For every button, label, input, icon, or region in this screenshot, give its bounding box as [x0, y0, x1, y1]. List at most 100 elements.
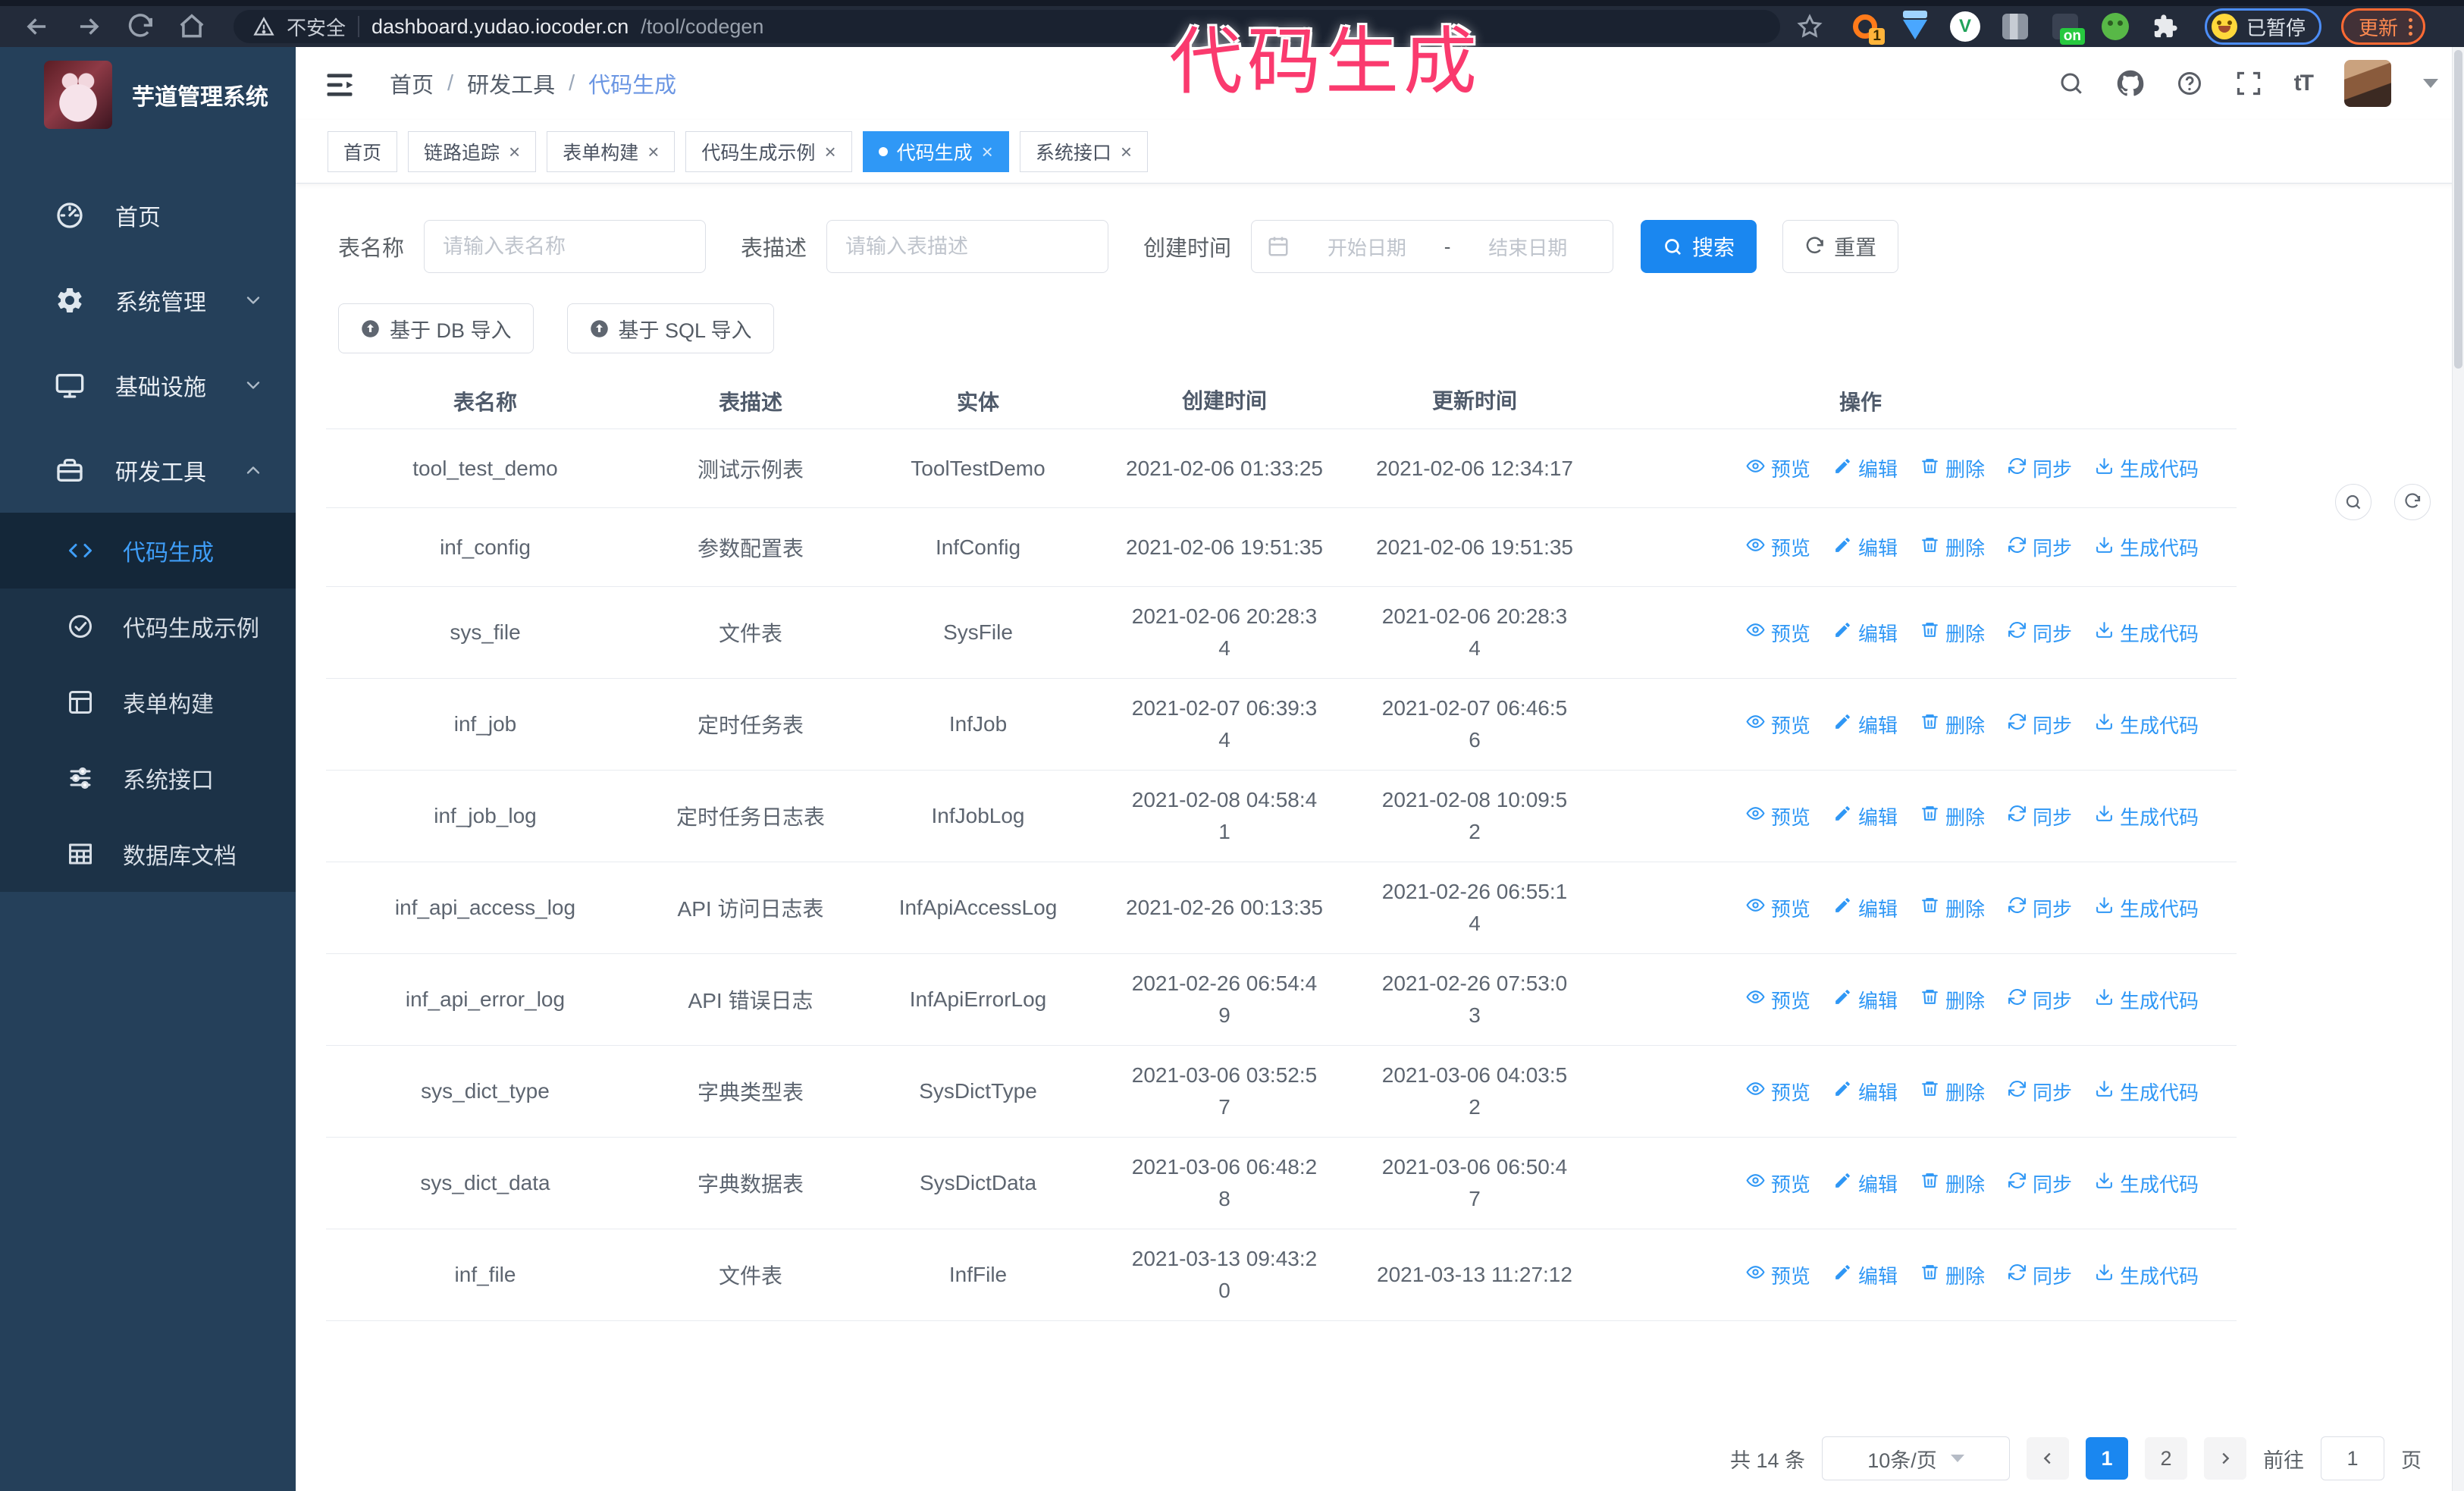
extension-robot-icon[interactable] — [2100, 11, 2130, 42]
tab-2[interactable]: 链路追踪 × — [408, 130, 537, 172]
submenu-item-code[interactable]: 代码生成 — [0, 513, 296, 589]
preview-link[interactable]: 预览 — [1746, 802, 1810, 830]
delete-link[interactable]: 删除 — [1920, 454, 1985, 482]
scrollbar-thumb[interactable] — [2454, 50, 2462, 369]
browser-update-button[interactable]: 更新 — [2341, 8, 2426, 45]
generate-code-link[interactable]: 生成代码 — [2095, 454, 2199, 482]
breadcrumb-item[interactable]: 研发工具 — [467, 67, 555, 99]
browser-reload-icon[interactable] — [126, 12, 155, 41]
header-search-icon[interactable] — [2058, 70, 2085, 97]
prev-page-button[interactable] — [2027, 1437, 2069, 1480]
sidebar-item-gear[interactable]: 系统管理 — [0, 258, 296, 343]
edit-link[interactable]: 编辑 — [1833, 1261, 1898, 1289]
delete-link[interactable]: 删除 — [1920, 802, 1985, 830]
tab-4[interactable]: 代码生成示例 × — [685, 130, 852, 172]
edit-link[interactable]: 编辑 — [1833, 802, 1898, 830]
date-range-picker[interactable]: 开始日期 - 结束日期 — [1251, 220, 1614, 273]
edit-link[interactable]: 编辑 — [1833, 711, 1898, 739]
sync-link[interactable]: 同步 — [2008, 711, 2072, 739]
tab-close-icon[interactable]: × — [509, 142, 520, 162]
extension-switch-icon[interactable]: on — [2050, 11, 2085, 45]
generate-code-link[interactable]: 生成代码 — [2095, 894, 2199, 922]
preview-link[interactable]: 预览 — [1746, 894, 1810, 922]
delete-link[interactable]: 删除 — [1920, 619, 1985, 647]
url-host[interactable]: dashboard.yudao.iocoder.cn — [371, 15, 629, 39]
edit-link[interactable]: 编辑 — [1833, 986, 1898, 1014]
date-start-placeholder[interactable]: 开始日期 — [1297, 233, 1437, 261]
edit-link[interactable]: 编辑 — [1833, 533, 1898, 561]
sidebar-item-monitor[interactable]: 基础设施 — [0, 343, 296, 428]
edit-link[interactable]: 编辑 — [1833, 1078, 1898, 1106]
preview-link[interactable]: 预览 — [1746, 711, 1810, 739]
sidebar-toggle-hamburger-icon[interactable] — [323, 68, 356, 99]
sync-link[interactable]: 同步 — [2008, 986, 2072, 1014]
bookmark-star-icon[interactable] — [1797, 14, 1823, 39]
goto-page-input[interactable] — [2321, 1436, 2384, 1480]
browser-back-icon[interactable] — [23, 12, 52, 41]
delete-link[interactable]: 删除 — [1920, 711, 1985, 739]
refresh-table-button[interactable] — [2394, 484, 2431, 520]
preview-link[interactable]: 预览 — [1746, 533, 1810, 561]
import-sql-button[interactable]: 基于 SQL 导入 — [566, 303, 774, 353]
next-page-button[interactable] — [2204, 1437, 2246, 1480]
generate-code-link[interactable]: 生成代码 — [2095, 619, 2199, 647]
edit-link[interactable]: 编辑 — [1833, 454, 1898, 482]
app-logo-row[interactable]: 芋道管理系统 — [0, 47, 296, 140]
delete-link[interactable]: 删除 — [1920, 1261, 1985, 1289]
generate-code-link[interactable]: 生成代码 — [2095, 533, 2199, 561]
tab-3[interactable]: 表单构建 × — [547, 130, 676, 172]
generate-code-link[interactable]: 生成代码 — [2095, 711, 2199, 739]
submenu-item-example[interactable]: 代码生成示例 — [0, 589, 296, 664]
extension-tracker-icon[interactable]: 1 — [1850, 11, 1885, 45]
sync-link[interactable]: 同步 — [2008, 1261, 2072, 1289]
sync-link[interactable]: 同步 — [2008, 619, 2072, 647]
submenu-item-api[interactable]: 系统接口 — [0, 740, 296, 816]
preview-link[interactable]: 预览 — [1746, 619, 1810, 647]
page-button-1[interactable]: 1 — [2086, 1437, 2128, 1480]
delete-link[interactable]: 删除 — [1920, 986, 1985, 1014]
security-label[interactable]: 不安全 — [287, 13, 346, 41]
sync-link[interactable]: 同步 — [2008, 1169, 2072, 1198]
edit-link[interactable]: 编辑 — [1833, 894, 1898, 922]
table-name-input[interactable] — [424, 220, 707, 273]
sync-link[interactable]: 同步 — [2008, 894, 2072, 922]
delete-link[interactable]: 删除 — [1920, 894, 1985, 922]
tab-close-icon[interactable]: × — [647, 142, 659, 162]
tab-close-icon[interactable]: × — [982, 142, 993, 162]
show-search-toggle-button[interactable] — [2335, 484, 2372, 520]
edit-link[interactable]: 编辑 — [1833, 1169, 1898, 1198]
browser-menu-icon[interactable] — [2409, 17, 2413, 36]
date-end-placeholder[interactable]: 结束日期 — [1458, 233, 1597, 261]
page-size-select[interactable]: 10条/页 — [1822, 1436, 2010, 1480]
search-button[interactable]: 搜索 — [1641, 220, 1757, 273]
import-db-button[interactable]: 基于 DB 导入 — [338, 303, 534, 353]
preview-link[interactable]: 预览 — [1746, 454, 1810, 482]
extension-grid-icon[interactable] — [2000, 11, 2030, 42]
sidebar-item-dashboard[interactable]: 首页 — [0, 173, 296, 258]
tab-close-icon[interactable]: × — [824, 142, 835, 162]
extension-gem-icon[interactable] — [1900, 11, 1930, 42]
table-desc-input[interactable] — [826, 220, 1109, 273]
browser-home-icon[interactable] — [177, 12, 206, 41]
generate-code-link[interactable]: 生成代码 — [2095, 802, 2199, 830]
generate-code-link[interactable]: 生成代码 — [2095, 986, 2199, 1014]
preview-link[interactable]: 预览 — [1746, 986, 1810, 1014]
sync-link[interactable]: 同步 — [2008, 533, 2072, 561]
reset-button[interactable]: 重置 — [1782, 220, 1899, 273]
font-size-icon[interactable]: tT — [2294, 71, 2314, 96]
window-scrollbar[interactable] — [2452, 47, 2464, 1491]
page-button-2[interactable]: 2 — [2145, 1437, 2187, 1480]
submenu-item-db[interactable]: 数据库文档 — [0, 816, 296, 892]
breadcrumb-item[interactable]: 首页 — [390, 67, 434, 99]
tab-close-icon[interactable]: × — [1121, 142, 1132, 162]
tab-6[interactable]: 系统接口 × — [1019, 130, 1149, 172]
sidebar-item-tools[interactable]: 研发工具 — [0, 428, 296, 513]
user-menu-caret-icon[interactable] — [2423, 79, 2438, 88]
tab-1[interactable]: 首页 — [328, 130, 398, 172]
user-avatar[interactable] — [2344, 60, 2391, 107]
sync-link[interactable]: 同步 — [2008, 802, 2072, 830]
generate-code-link[interactable]: 生成代码 — [2095, 1169, 2199, 1198]
extension-v-icon[interactable]: V — [1950, 11, 1980, 42]
preview-link[interactable]: 预览 — [1746, 1169, 1810, 1198]
preview-link[interactable]: 预览 — [1746, 1261, 1810, 1289]
